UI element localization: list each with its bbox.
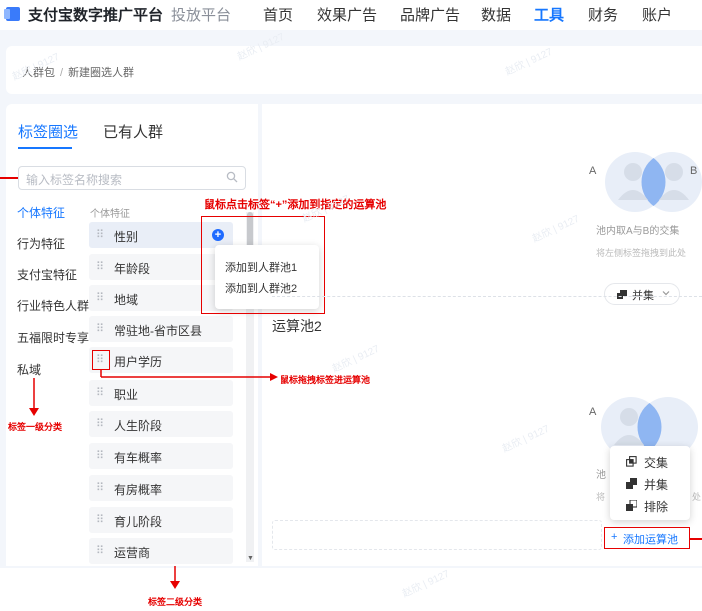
add-pool-label: 添加运算池	[623, 534, 678, 546]
scroll-down-icon[interactable]: ▼	[247, 555, 254, 562]
tag-label: 有车概率	[114, 451, 163, 465]
tag-label: 育儿阶段	[114, 515, 163, 529]
union-icon	[617, 290, 627, 299]
tag-label: 运营商	[114, 546, 151, 560]
pool2-hint-tail: 处	[692, 492, 702, 502]
nav-data[interactable]: 数据	[481, 4, 511, 25]
pool-drop-area[interactable]	[272, 520, 602, 550]
drag-handle-icon[interactable]: ⠿	[96, 481, 104, 494]
category-behavior[interactable]: 行为特征	[17, 235, 65, 252]
pool1-caption: 池内取A与B的交集	[596, 226, 680, 237]
breadcrumb-current: 新建圈选人群	[68, 67, 135, 79]
tag-label: 性别	[114, 230, 139, 244]
tag-item[interactable]: ⠿ 人生阶段	[89, 411, 233, 437]
drag-handle-icon[interactable]: ⠿	[96, 513, 104, 526]
drag-handle-icon[interactable]: ⠿	[96, 386, 104, 399]
active-tab-indicator	[18, 147, 72, 149]
tag-item[interactable]: ⠿ 运营商	[89, 538, 233, 564]
category-private-domain[interactable]: 私域	[17, 361, 41, 378]
drag-handle-icon[interactable]: ⠿	[96, 322, 104, 335]
set-a-label: A	[589, 406, 597, 418]
set-b-label: B	[690, 165, 698, 177]
annotation-level2-arrow	[170, 566, 180, 589]
drag-handle-icon[interactable]: ⠿	[96, 228, 104, 241]
tag-item[interactable]: ⠿ 常驻地-省市区县	[89, 316, 233, 342]
category-industry[interactable]: 行业特色人群	[17, 297, 89, 314]
watermark: 赵欣 | 9127	[400, 568, 452, 600]
op-intersection[interactable]: 交集	[644, 454, 668, 471]
tag-item[interactable]: ⠿ 有车概率	[89, 443, 233, 469]
drag-handle-icon[interactable]: ⠿	[96, 544, 104, 557]
annotation-box-drag-handle	[92, 350, 110, 370]
tag-label: 地域	[114, 293, 139, 307]
pool2-hint: 将	[596, 492, 606, 502]
nav-performance-ads[interactable]: 效果广告	[317, 4, 377, 25]
tag-label: 职业	[114, 388, 139, 402]
pool-operation-label: 并集	[632, 290, 654, 302]
union-icon	[626, 478, 637, 489]
tag-search-placeholder: 输入标签名称搜索	[26, 173, 123, 187]
pool1-hint: 将左侧标签拖拽到此处	[596, 248, 687, 258]
op-exclude[interactable]: 排除	[644, 498, 668, 515]
pool-divider	[272, 296, 702, 297]
tag-label: 有房概率	[114, 483, 163, 497]
drag-handle-icon[interactable]: ⠿	[96, 260, 104, 273]
nav-brand-ads[interactable]: 品牌广告	[400, 4, 460, 25]
brand-subtitle[interactable]: 投放平台	[171, 4, 231, 25]
brand-logo-accent	[4, 9, 10, 19]
category-individual[interactable]: 个体特征	[17, 204, 65, 221]
tag-item[interactable]: ⠿ 职业	[89, 380, 233, 406]
nav-home[interactable]: 首页	[263, 4, 293, 25]
pool2-title: 运算池2	[272, 318, 322, 334]
nav-tools[interactable]: 工具	[534, 4, 564, 25]
nav-account[interactable]: 账户	[642, 4, 672, 25]
nav-finance[interactable]: 财务	[588, 4, 618, 25]
annotation-add-pool-line	[690, 538, 702, 540]
tab-tag-selection[interactable]: 标签圈选	[18, 121, 78, 142]
category-alipay[interactable]: 支付宝特征	[17, 266, 77, 283]
exclude-icon	[626, 500, 637, 511]
annotation-level1-arrow	[29, 378, 39, 416]
search-icon[interactable]	[226, 171, 238, 183]
pool2-caption: 池	[596, 470, 606, 481]
drag-handle-icon[interactable]: ⠿	[96, 449, 104, 462]
tab-existing-audience[interactable]: 已有人群	[103, 121, 163, 142]
tag-item[interactable]: ⠿ 育儿阶段	[89, 507, 233, 533]
brand-title[interactable]: 支付宝数字推广平台	[28, 4, 163, 25]
op-union[interactable]: 并集	[644, 476, 668, 493]
tag-label: 人生阶段	[114, 419, 163, 433]
intersection-icon	[626, 456, 637, 467]
tag-label: 常驻地-省市区县	[114, 324, 202, 338]
tag-item[interactable]: ⠿ 有房概率	[89, 475, 233, 501]
annotation-drag: 鼠标拖拽标签进运算池	[280, 375, 371, 385]
annotation-click-plus: 鼠标点击标签“+”添加到指定的运算池	[204, 199, 387, 211]
annotation-level1: 标签一级分类	[8, 422, 63, 432]
category-wufu[interactable]: 五福限时专享	[17, 329, 89, 346]
drag-handle-icon[interactable]: ⠿	[96, 417, 104, 430]
tag-label: 年龄段	[114, 262, 151, 276]
venn-intersection-icon	[605, 152, 702, 212]
subcategory-heading: 个体特征	[90, 209, 130, 220]
annotation-level2: 标签二级分类	[148, 597, 203, 607]
annotation-search-line	[0, 177, 18, 179]
set-a-label: A	[589, 165, 597, 177]
breadcrumb-separator: /	[60, 67, 64, 79]
plus-icon: +	[611, 531, 618, 543]
annotation-box-popup	[201, 216, 325, 314]
drag-handle-icon[interactable]: ⠿	[96, 291, 104, 304]
annotation-drag-arrow	[100, 369, 278, 381]
